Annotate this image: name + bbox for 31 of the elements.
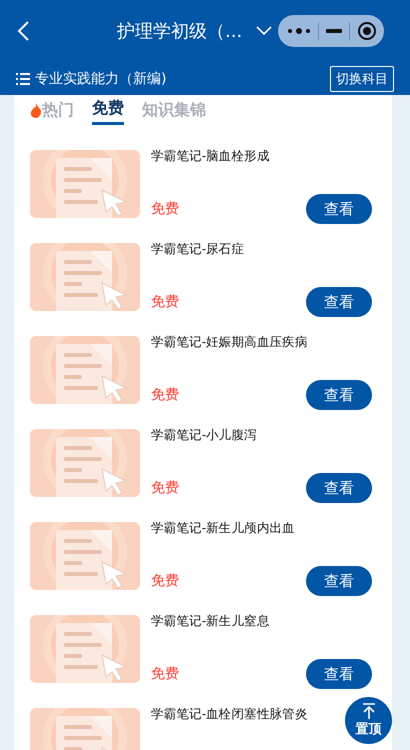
list-icon (16, 72, 30, 84)
view-button[interactable]: 查看 (306, 194, 372, 224)
close-target-icon[interactable] (356, 21, 377, 41)
back-icon[interactable] (16, 20, 30, 42)
page-title: 护理学初级（... (117, 20, 242, 43)
price-label: 免费 (151, 479, 179, 497)
price-label: 免费 (151, 386, 179, 404)
arrow-up-icon (362, 703, 376, 719)
note-title: 学霸笔记-脑血栓形成 (151, 148, 270, 165)
subject-label: 专业实践能力（新编) (35, 70, 168, 88)
chevron-down-icon[interactable] (256, 26, 272, 36)
price-label: 免费 (151, 200, 179, 218)
price-label: 免费 (151, 293, 179, 311)
note-title: 学霸笔记-新生儿颅内出血 (151, 520, 295, 537)
note-title: 学霸笔记-新生儿窒息 (151, 613, 270, 630)
view-button[interactable]: 查看 (306, 659, 372, 689)
price-label: 免费 (151, 665, 179, 683)
note-title: 学霸笔记-尿石症 (151, 241, 244, 258)
flame-icon (30, 102, 42, 118)
note-title: 学霸笔记-小儿腹泻 (151, 427, 257, 444)
note-title: 学霸笔记-血栓闭塞性脉管炎 (151, 706, 308, 723)
switch-subject-button[interactable]: 切换科目 (330, 66, 394, 92)
view-button[interactable]: 查看 (306, 473, 372, 503)
minimize-icon[interactable] (326, 29, 342, 33)
more-icon[interactable] (286, 26, 312, 36)
tab[interactable]: 免费 (92, 95, 124, 125)
note-title: 学霸笔记-妊娠期高血压疾病 (151, 334, 308, 351)
view-button[interactable]: 查看 (306, 287, 372, 317)
view-button[interactable]: 查看 (306, 566, 372, 596)
view-button[interactable]: 查看 (306, 380, 372, 410)
price-label: 免费 (151, 572, 179, 590)
